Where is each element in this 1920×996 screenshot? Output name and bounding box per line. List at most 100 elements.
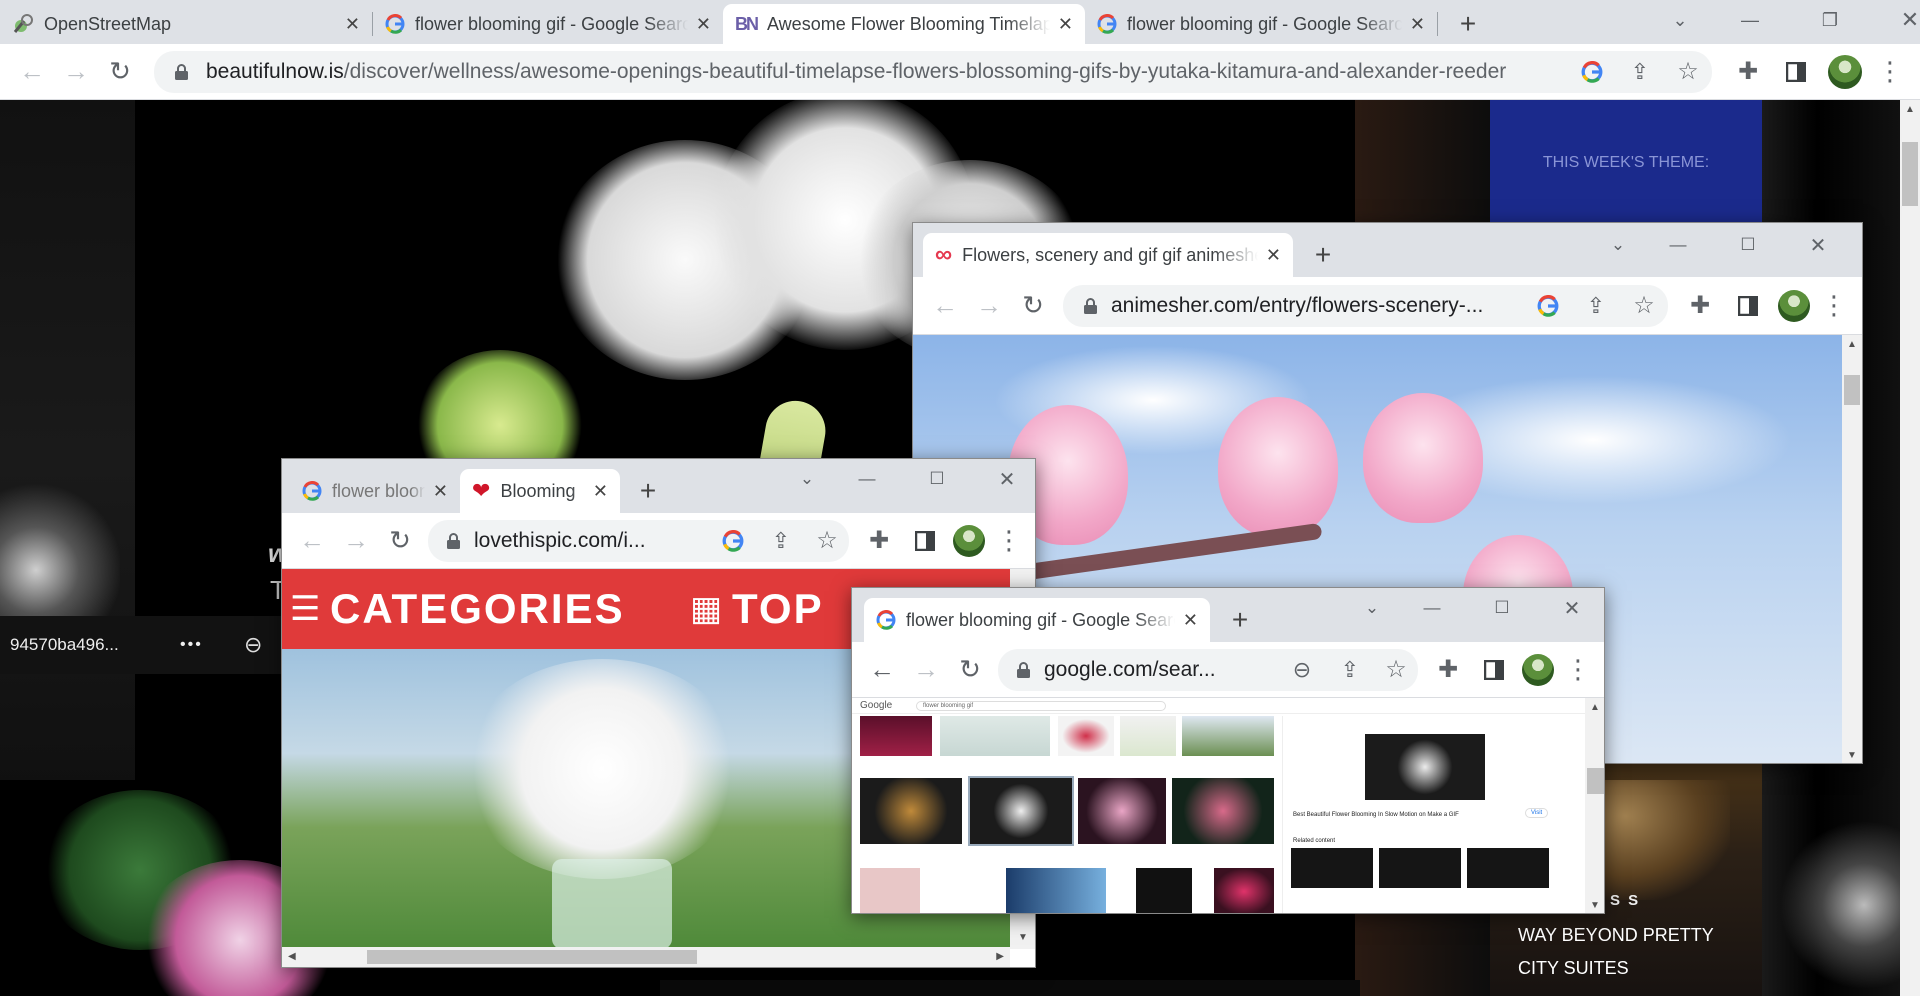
reload-icon[interactable]: ↻ [98,56,142,87]
result-thumbnail[interactable] [1006,868,1106,913]
more-options-icon[interactable]: ••• [180,636,244,654]
tab-search-chevron-icon[interactable]: ⌄ [782,469,832,489]
lovethispic-horizontal-scrollbar[interactable]: ◀ ▶ [282,947,1010,967]
close-tab-icon[interactable]: ✕ [593,481,608,502]
nav-top-link[interactable]: TOP [732,585,824,633]
theme-banner[interactable]: THIS WEEK'S THEME: [1490,100,1762,225]
close-tab-icon[interactable]: ✕ [1266,245,1281,266]
result-thumbnail[interactable] [1214,868,1274,913]
tab-search-chevron-icon[interactable]: ⌄ [1593,235,1643,255]
result-thumbnail[interactable] [860,778,962,844]
google-lens-icon[interactable] [709,529,757,552]
minimize-icon[interactable]: — [1397,598,1467,618]
scrollbar-thumb[interactable] [1844,375,1860,405]
share-icon[interactable]: ⇪ [1572,293,1620,319]
bookmark-star-icon[interactable]: ☆ [1664,57,1712,86]
maximize-icon[interactable]: ☐ [1467,598,1537,618]
new-tab-button[interactable]: + [1293,233,1353,277]
result-thumbnail[interactable] [1058,716,1114,756]
share-icon[interactable]: ⇪ [1616,59,1664,85]
extensions-puzzle-icon[interactable]: ✚ [1424,655,1472,684]
result-thumbnail[interactable] [1182,716,1274,756]
reload-icon[interactable]: ↻ [948,654,992,685]
share-icon[interactable]: ⇪ [1326,657,1374,683]
preview-title[interactable]: Best Beautiful Flower Blooming In Slow M… [1293,812,1493,818]
result-thumbnail[interactable] [860,716,932,756]
new-tab-button[interactable]: + [1438,4,1498,44]
forward-arrow-icon[interactable]: → [54,56,98,87]
preview-image[interactable] [1365,734,1485,800]
scroll-left-arrow-icon[interactable]: ◀ [288,951,296,962]
tab-google-search-1[interactable]: flower blooming gif - Google Search ✕ [373,4,723,44]
close-window-icon[interactable]: ✕ [972,467,1035,492]
extensions-puzzle-icon[interactable]: ✚ [1676,291,1724,320]
forward-arrow-icon[interactable]: → [967,290,1011,321]
profile-avatar[interactable] [953,524,985,557]
google-lens-icon[interactable] [1568,60,1616,83]
result-thumbnail[interactable] [1172,778,1274,844]
result-thumbnail-selected[interactable] [968,776,1074,846]
tab-google-search[interactable]: flower blooming gif - Google Search ✕ [864,598,1210,642]
extensions-puzzle-icon[interactable]: ✚ [1724,57,1772,86]
scroll-down-arrow-icon[interactable]: ▼ [1590,900,1600,911]
close-tab-icon[interactable]: ✕ [433,481,448,502]
side-panel-icon[interactable] [1724,295,1772,316]
bookmark-star-icon[interactable]: ☆ [1374,655,1418,684]
bookmark-star-icon[interactable]: ☆ [1620,291,1668,320]
tab-google-search-2[interactable]: flower blooming gif - Google Search ✕ [1085,4,1437,44]
tab-flower-blooming[interactable]: flower blooming ✕ [290,469,460,513]
minimize-icon[interactable]: — [832,469,902,489]
address-bar[interactable]: lovethispic.com/i... ⇪ ☆ [428,519,849,562]
minimize-icon[interactable]: — [1710,10,1790,31]
hamburger-menu-icon[interactable]: ☰ [290,589,330,629]
close-tab-icon[interactable]: ✕ [1183,610,1198,631]
address-bar[interactable]: animesher.com/entry/flowers-scenery-... … [1063,284,1668,327]
extensions-puzzle-icon[interactable]: ✚ [855,526,903,555]
scroll-up-arrow-icon[interactable]: ▲ [1590,702,1600,713]
profile-avatar[interactable] [1778,289,1810,322]
close-window-icon[interactable]: ✕ [1783,233,1853,258]
menu-kebab-icon[interactable]: ⋮ [1560,654,1596,685]
scrollbar-thumb[interactable] [1587,768,1604,794]
close-window-icon[interactable]: ✕ [1537,596,1604,621]
scroll-up-arrow-icon[interactable]: ▲ [1847,339,1857,350]
related-thumbnail[interactable] [1379,848,1461,888]
back-arrow-icon[interactable]: ← [860,654,904,685]
side-panel-icon[interactable] [903,530,947,551]
close-tab-icon[interactable]: ✕ [345,14,360,35]
new-tab-button[interactable]: + [1210,598,1270,642]
menu-kebab-icon[interactable]: ⋮ [1870,56,1910,87]
scroll-down-arrow-icon[interactable]: ▼ [1018,932,1028,943]
restore-icon[interactable]: ❐ [1790,10,1870,31]
tab-animesher[interactable]: ∞ Flowers, scenery and gif gif animesher… [923,233,1293,277]
zoom-icon[interactable]: ⊖ [1278,657,1326,683]
google-lens-icon[interactable] [1524,294,1572,317]
animesher-vertical-scrollbar[interactable]: ▲ ▼ [1842,335,1862,763]
result-thumbnail[interactable] [1136,868,1192,913]
forward-arrow-icon[interactable]: → [334,525,378,556]
google-vertical-scrollbar[interactable]: ▲ ▼ [1585,698,1604,913]
close-window-icon[interactable]: ✕ [1870,7,1920,33]
maximize-icon[interactable]: ☐ [1713,235,1783,255]
tab-openstreetmap[interactable]: OpenStreetMap ✕ [0,4,372,44]
scroll-down-arrow-icon[interactable]: ▼ [1847,750,1857,761]
maximize-icon[interactable]: ☐ [902,469,972,489]
reload-icon[interactable]: ↻ [378,525,422,556]
profile-avatar[interactable] [1522,653,1554,686]
result-thumbnail[interactable] [1078,778,1166,844]
related-thumbnail[interactable] [1291,848,1373,888]
scrollbar-thumb[interactable] [367,950,697,964]
tab-search-chevron-icon[interactable]: ⌄ [1650,10,1710,31]
tab-search-chevron-icon[interactable]: ⌄ [1347,598,1397,618]
menu-kebab-icon[interactable]: ⋮ [1816,290,1852,321]
zoom-out-icon[interactable]: ⊖ [244,632,262,658]
profile-avatar[interactable] [1828,54,1862,89]
result-thumbnail[interactable] [940,716,1050,756]
related-thumbnail[interactable] [1467,848,1549,888]
address-bar[interactable]: beautifulnow.is/discover/wellness/awesom… [154,50,1712,93]
menu-kebab-icon[interactable]: ⋮ [991,525,1027,556]
close-tab-icon[interactable]: ✕ [1058,14,1073,35]
nav-categories-link[interactable]: CATEGORIES [330,585,690,633]
visit-button[interactable]: Visit [1525,808,1549,818]
close-tab-icon[interactable]: ✕ [696,14,711,35]
